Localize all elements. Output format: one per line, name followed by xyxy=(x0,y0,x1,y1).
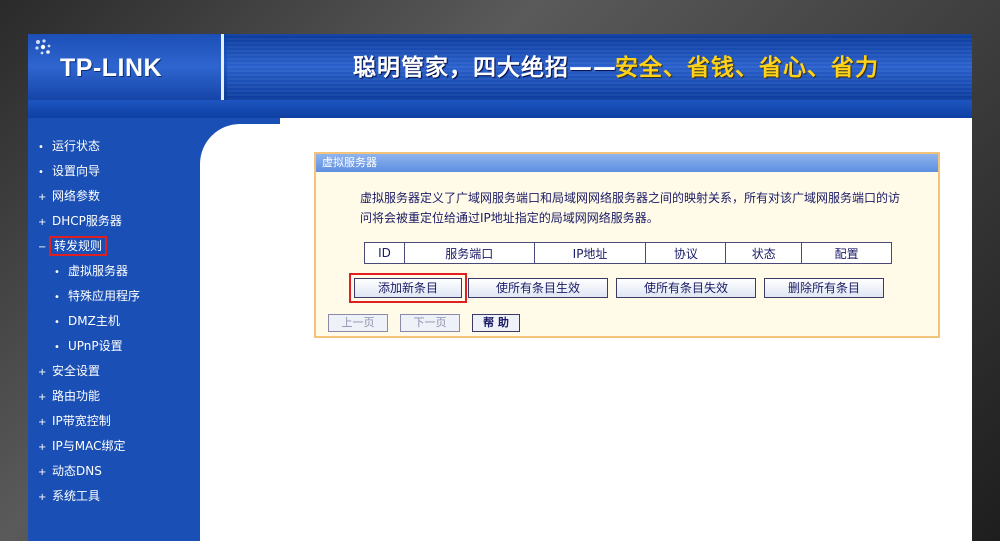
expand-icon: + xyxy=(38,467,47,478)
bullet-icon: • xyxy=(54,342,60,353)
expand-icon: + xyxy=(38,217,47,228)
collapse-icon: − xyxy=(38,242,47,253)
sidebar-item-routing[interactable]: + 路由功能 xyxy=(38,384,140,409)
sidebar-item-system-tools[interactable]: + 系统工具 xyxy=(38,484,140,509)
column-header-service-port: 服务端口 xyxy=(403,242,535,264)
sidebar-item-ddns[interactable]: + 动态DNS xyxy=(38,459,140,484)
sidebar-item-upnp[interactable]: • UPnP设置 xyxy=(38,334,140,359)
column-header-status: 状态 xyxy=(725,242,803,264)
expand-icon: + xyxy=(38,417,47,428)
slogan-bar: 聪明管家，四大绝招—— 安全、省钱、省心、省力 xyxy=(227,34,972,100)
add-entry-button[interactable]: 添加新条目 xyxy=(349,273,467,303)
sidebar-item-virtual-server[interactable]: • 虚拟服务器 xyxy=(38,259,140,284)
expand-icon: + xyxy=(38,492,47,503)
virtual-server-panel: 虚拟服务器 虚拟服务器定义了广域网服务端口和局域网网络服务器之间的映射关系，所有… xyxy=(314,152,940,338)
bullet-icon: • xyxy=(54,267,60,278)
disable-all-button[interactable]: 使所有条目失效 xyxy=(616,278,756,298)
header-subbar xyxy=(28,100,972,118)
delete-all-button[interactable]: 删除所有条目 xyxy=(764,278,884,298)
logo-dots-icon xyxy=(35,39,51,55)
column-header-ip-address: IP地址 xyxy=(533,242,647,264)
column-header-config: 配置 xyxy=(801,242,892,264)
bullet-icon: • xyxy=(54,317,60,328)
help-button[interactable]: 帮 助 xyxy=(472,314,520,332)
content-corner xyxy=(200,118,280,178)
expand-icon: + xyxy=(38,367,47,378)
next-page-button[interactable]: 下一页 xyxy=(400,314,460,332)
router-admin-window: TP-LINK 聪明管家，四大绝招—— 安全、省钱、省心、省力 • 运行状态 • 设… xyxy=(28,34,972,541)
prev-page-button[interactable]: 上一页 xyxy=(328,314,388,332)
slogan-accent-text: 安全、省钱、省心、省力 xyxy=(615,55,879,81)
table-header-row: ID 服务端口 IP地址 协议 状态 配置 xyxy=(364,242,892,264)
sidebar-item-special-app[interactable]: • 特殊应用程序 xyxy=(38,284,140,309)
sidebar-item-dmz[interactable]: • DMZ主机 xyxy=(38,309,140,334)
brand-logo-text: TP-LINK xyxy=(60,54,163,82)
sidebar-item-status[interactable]: • 运行状态 xyxy=(38,134,140,159)
brand-logo-area: TP-LINK xyxy=(28,34,224,100)
column-header-protocol: 协议 xyxy=(645,242,727,264)
expand-icon: + xyxy=(38,192,47,203)
sidebar-item-forwarding[interactable]: − 转发规则 xyxy=(38,234,140,259)
enable-all-button[interactable]: 使所有条目生效 xyxy=(468,278,608,298)
sidebar-nav-list: • 运行状态 • 设置向导 + 网络参数 + DHCP服务器 − 转发规则 • 虚拟服务器 … xyxy=(38,134,140,509)
sidebar-item-security[interactable]: + 安全设置 xyxy=(38,359,140,384)
sidebar-item-dhcp[interactable]: + DHCP服务器 xyxy=(38,209,140,234)
slogan-main-text: 聪明管家，四大绝招—— xyxy=(353,55,617,81)
bullet-icon: • xyxy=(38,142,44,153)
sidebar-item-ip-mac-binding[interactable]: + IP与MAC绑定 xyxy=(38,434,140,459)
panel-title: 虚拟服务器 xyxy=(316,154,938,172)
bullet-icon: • xyxy=(38,167,44,178)
sidebar-item-bandwidth[interactable]: + IP带宽控制 xyxy=(38,409,140,434)
sidebar-item-network[interactable]: + 网络参数 xyxy=(38,184,140,209)
sidebar-menu: • 运行状态 • 设置向导 + 网络参数 + DHCP服务器 − 转发规则 • 虚拟服务器 … xyxy=(28,118,200,541)
column-header-id: ID xyxy=(364,242,405,264)
expand-icon: + xyxy=(38,442,47,453)
panel-description: 虚拟服务器定义了广域网服务端口和局域网网络服务器之间的映射关系，所有对该广域网服… xyxy=(360,191,901,225)
virtual-server-table: ID 服务端口 IP地址 协议 状态 配置 xyxy=(364,242,892,264)
expand-icon: + xyxy=(38,392,47,403)
bullet-icon: • xyxy=(54,292,60,303)
header-banner: TP-LINK 聪明管家，四大绝招—— 安全、省钱、省心、省力 xyxy=(28,34,972,100)
sidebar-item-wizard[interactable]: • 设置向导 xyxy=(38,159,140,184)
